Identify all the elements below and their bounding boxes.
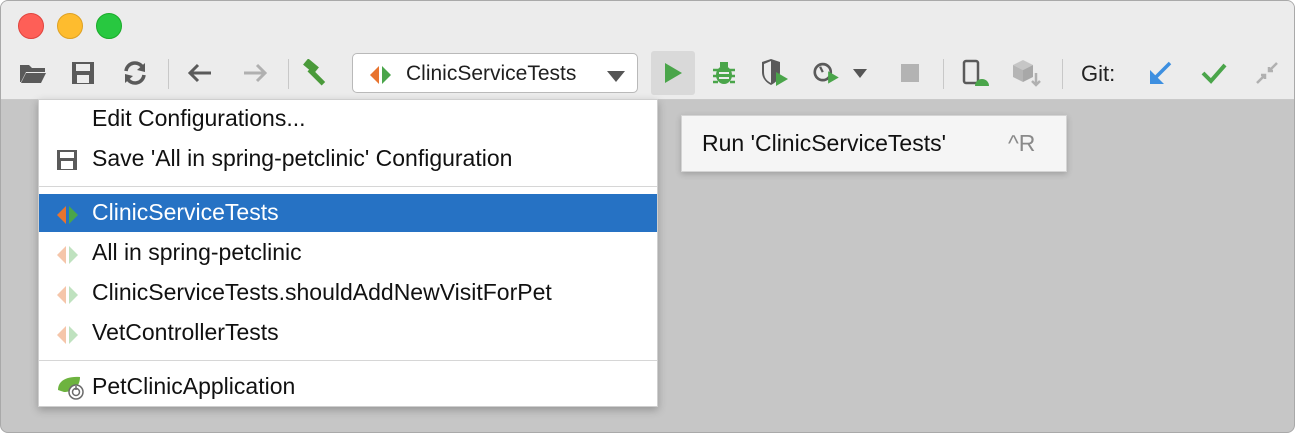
menu-item-edit-configurations[interactable]: Edit Configurations... [39,100,657,138]
run-configuration-label: ClinicServiceTests [406,62,577,85]
save-icon [56,149,78,177]
test-config-icon [369,66,393,89]
debug-bug-icon[interactable] [708,57,740,89]
menu-item-clinicservicetests[interactable]: ClinicServiceTests [39,194,657,232]
maximize-window-button[interactable] [96,13,122,39]
title-bar [1,1,1294,47]
menu-item-label: VetControllerTests [92,319,279,345]
tooltip-text: Run 'ClinicServiceTests' [702,130,946,156]
menu-item-save-configuration[interactable]: Save 'All in spring-petclinic' Configura… [39,140,657,178]
git-commit-checkmark-icon[interactable] [1198,57,1230,89]
tooltip-shortcut: ^R [1008,130,1036,156]
menu-item-label: Save 'All in spring-petclinic' Configura… [92,145,513,171]
sdk-manager-cube-icon[interactable] [1011,57,1043,89]
test-config-faded-icon [56,243,80,270]
stop-icon[interactable] [894,57,926,89]
profiler-icon[interactable] [813,57,845,89]
open-folder-icon[interactable] [17,57,49,89]
menu-item-vetcontrollertests[interactable]: VetControllerTests [39,314,657,352]
save-icon[interactable] [67,57,99,89]
forward-arrow-icon[interactable] [239,57,271,89]
run-configuration-selector[interactable]: ClinicServiceTests [352,53,638,93]
test-config-icon [56,203,80,230]
menu-separator [39,360,657,361]
device-manager-icon[interactable] [959,57,991,89]
run-with-coverage-icon[interactable] [759,57,791,89]
chevron-down-icon [607,69,625,87]
spring-boot-icon [56,374,84,406]
git-merge-arrows-icon[interactable] [1251,57,1283,89]
git-update-arrow-icon[interactable] [1145,57,1177,89]
run-tooltip: Run 'ClinicServiceTests' ^R [681,115,1067,172]
menu-item-label: PetClinicApplication [92,373,296,399]
test-config-faded-icon [56,323,80,350]
main-toolbar: ClinicServiceTests Git: [1,47,1294,100]
menu-item-shouldaddnewvisitforpet[interactable]: ClinicServiceTests.shouldAddNewVisitForP… [39,274,657,312]
run-button[interactable] [651,51,695,95]
menu-item-label: ClinicServiceTests [92,199,279,225]
run-configuration-menu: Edit Configurations... Save 'All in spri… [38,99,658,407]
ide-window: ClinicServiceTests Git: Edit Configurati… [0,0,1295,433]
profiler-dropdown-chevron-down-icon[interactable] [851,57,869,89]
test-config-faded-icon [56,283,80,310]
git-label: Git: [1081,61,1116,86]
menu-item-label: ClinicServiceTests.shouldAddNewVisitForP… [92,279,552,305]
menu-separator [39,186,657,187]
minimize-window-button[interactable] [57,13,83,39]
synchronize-icon[interactable] [119,57,151,89]
back-arrow-icon[interactable] [184,57,216,89]
menu-item-petclinicapplication[interactable]: PetClinicApplication [39,368,657,406]
run-icon [665,63,682,83]
build-hammer-icon[interactable] [300,57,332,89]
menu-item-label: All in spring-petclinic [92,239,302,265]
menu-item-label: Edit Configurations... [92,105,306,131]
menu-item-all-in-spring-petclinic[interactable]: All in spring-petclinic [39,234,657,272]
close-window-button[interactable] [18,13,44,39]
